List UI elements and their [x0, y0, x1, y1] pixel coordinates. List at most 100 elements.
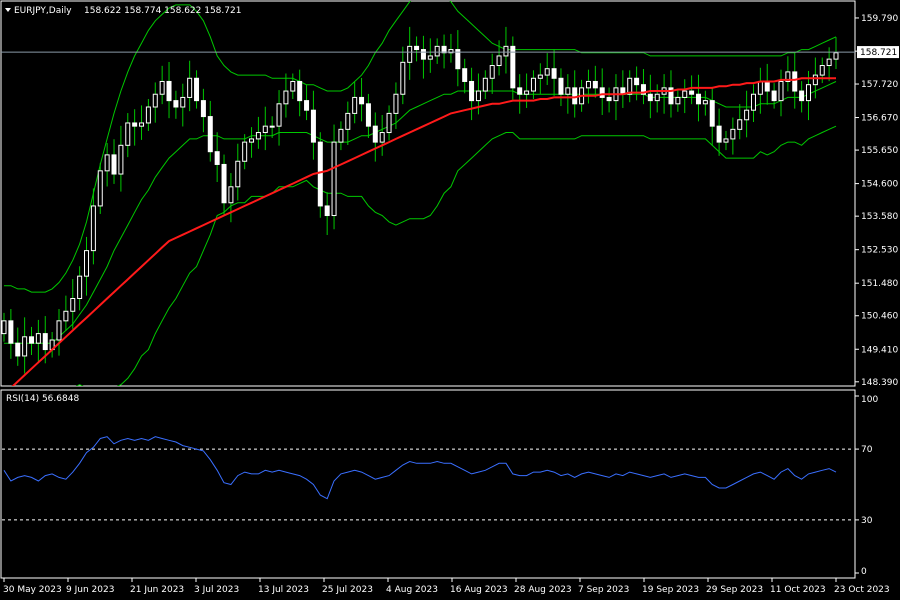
- candle-bullish: [482, 77, 488, 92]
- candle-bearish: [304, 100, 310, 111]
- candle-bullish: [812, 74, 818, 86]
- y-tick-label: 156.670: [861, 114, 898, 124]
- candle-bullish: [187, 77, 193, 98]
- candle-bullish: [276, 103, 282, 127]
- candle-bullish: [84, 250, 90, 277]
- candle-bullish: [290, 80, 296, 92]
- x-tick-label: 21 Jun 2023: [130, 585, 184, 595]
- x-tick-label: 11 Oct 2023: [770, 585, 826, 595]
- candle-bullish: [537, 74, 543, 79]
- candle-bullish: [379, 132, 385, 143]
- candle-bearish: [317, 141, 323, 207]
- candle-bullish: [180, 96, 186, 108]
- candle-bearish: [207, 116, 213, 153]
- x-tick-label: 30 May 2023: [3, 585, 62, 595]
- candle-bullish: [77, 275, 83, 300]
- candle-bullish: [139, 122, 145, 127]
- x-tick-label: 4 Aug 2023: [386, 585, 438, 595]
- rsi-y-tick-label: 30: [861, 516, 873, 526]
- candle-bearish: [695, 93, 701, 105]
- chart-symbol: EURJPY,Daily: [14, 6, 72, 16]
- candle-bearish: [634, 77, 640, 86]
- candle-bearish: [324, 205, 330, 217]
- candle-bearish: [365, 103, 371, 127]
- y-tick-label: 148.390: [861, 378, 898, 388]
- candle-bullish: [503, 45, 509, 57]
- candle-bullish: [145, 106, 151, 124]
- candle-bearish: [173, 100, 179, 108]
- candle-bullish: [757, 80, 763, 95]
- y-tick-label: 149.410: [861, 345, 898, 355]
- candle-bearish: [414, 45, 420, 51]
- x-tick-label: 25 Jul 2023: [322, 585, 373, 595]
- candle-bearish: [462, 68, 468, 82]
- candle-bullish: [737, 119, 743, 130]
- candle-bullish: [585, 80, 591, 89]
- candle-bullish: [249, 138, 255, 143]
- candle-bullish: [345, 112, 351, 130]
- candle-bullish: [262, 125, 268, 134]
- candle-bullish: [565, 87, 571, 95]
- candle-bearish: [214, 151, 220, 165]
- candle-bullish: [778, 80, 784, 102]
- candle-bullish: [475, 90, 481, 102]
- candle-bullish: [104, 154, 110, 172]
- y-tick-label: 159.790: [861, 14, 898, 24]
- candle-bearish: [764, 80, 770, 92]
- candle-bullish: [90, 205, 96, 252]
- candle-bearish: [792, 71, 798, 92]
- x-tick-label: 16 Aug 2023: [450, 585, 508, 595]
- candle-bullish: [125, 122, 131, 146]
- candle-bullish: [283, 90, 289, 105]
- candle-bullish: [544, 68, 550, 76]
- candle-bullish: [496, 55, 502, 67]
- candle-bearish: [132, 122, 138, 127]
- candle-bearish: [599, 87, 605, 98]
- candle-bullish: [56, 320, 62, 341]
- candle-bearish: [297, 80, 303, 102]
- candle-bullish: [269, 125, 275, 128]
- candle-bullish: [228, 186, 234, 204]
- x-tick-label: 13 Jul 2023: [258, 585, 309, 595]
- candle-bullish: [723, 138, 729, 143]
- candle-bearish: [771, 90, 777, 102]
- candle-bearish: [15, 342, 21, 357]
- candle-bearish: [606, 96, 612, 102]
- candle-bullish: [826, 58, 832, 67]
- candle-bullish: [242, 141, 248, 162]
- candle-bearish: [420, 49, 426, 60]
- candle-bullish: [331, 141, 337, 217]
- candle-bullish: [386, 112, 392, 134]
- candle-bearish: [558, 77, 564, 95]
- current-price-label: 158.721: [860, 48, 897, 58]
- y-tick-label: 157.720: [861, 80, 898, 90]
- candle-bearish: [592, 80, 598, 89]
- candle-bullish: [159, 80, 165, 95]
- candle-bearish: [469, 80, 475, 102]
- candle-bullish: [434, 45, 440, 57]
- candle-bullish: [682, 90, 688, 98]
- candle-bearish: [689, 90, 695, 95]
- y-tick-label: 152.530: [861, 246, 898, 256]
- candle-bullish: [1, 320, 7, 335]
- candle-bearish: [799, 90, 805, 102]
- candle-bullish: [97, 170, 103, 207]
- candle-bullish: [744, 109, 750, 121]
- candle-bullish: [152, 93, 158, 108]
- y-tick-label: 151.480: [861, 279, 898, 289]
- candle-bullish: [393, 93, 399, 114]
- candle-bearish: [517, 87, 523, 95]
- candle-bullish: [255, 132, 261, 140]
- candle-bearish: [551, 68, 557, 79]
- candle-bullish: [819, 65, 825, 76]
- rsi-y-tick-label: 100: [861, 395, 878, 405]
- candle-bearish: [716, 125, 722, 143]
- chart-svg: 159.790158.750157.720156.670155.650154.6…: [0, 0, 900, 600]
- candle-bullish: [750, 93, 756, 111]
- x-tick-label: 9 Jun 2023: [66, 585, 114, 595]
- candle-bullish: [805, 84, 811, 102]
- y-tick-label: 154.600: [861, 180, 898, 190]
- y-tick-label: 153.580: [861, 212, 898, 222]
- candle-bullish: [730, 128, 736, 140]
- candle-bearish: [310, 109, 316, 143]
